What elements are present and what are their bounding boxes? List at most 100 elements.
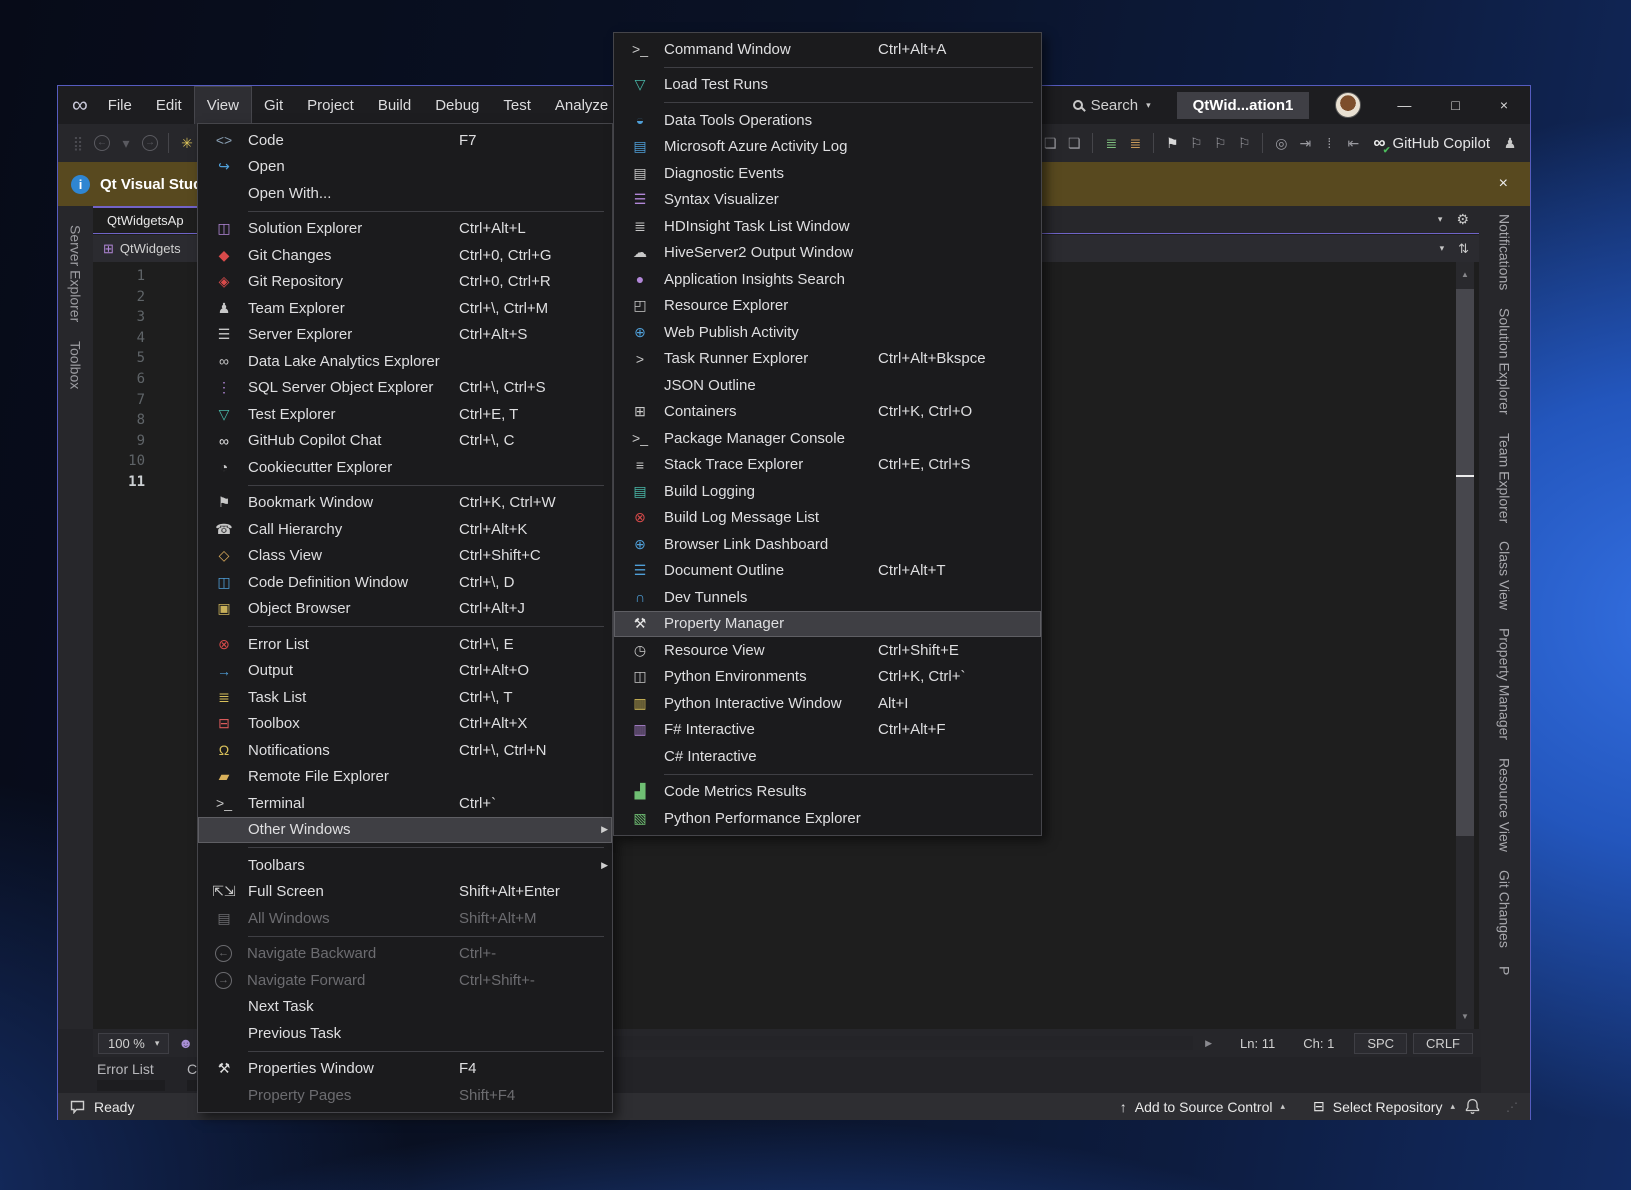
menubar-item-project[interactable]: Project (295, 86, 366, 124)
nav-chevron-icon[interactable]: ▾ (1440, 243, 1445, 254)
whitespace-indicator[interactable]: SPC (1354, 1033, 1407, 1054)
other-windows-item-f-interactive[interactable]: ▥F# InteractiveCtrl+Alt+F (614, 717, 1041, 744)
add-account-icon[interactable]: ♟ (1498, 135, 1522, 152)
toolbar-right-icon-11[interactable]: ◎ (1269, 135, 1293, 152)
view-menu-item-previous-task[interactable]: Previous Task (198, 1020, 612, 1047)
toolbar-left-icon-5[interactable]: ✳ (175, 135, 199, 152)
view-menu-item-code-definition-window[interactable]: ◫Code Definition WindowCtrl+\, D (198, 569, 612, 596)
other-windows-item-hdinsight-task-list-window[interactable]: ≣HDInsight Task List Window (614, 213, 1041, 240)
menubar-item-build[interactable]: Build (366, 86, 423, 124)
resize-grip[interactable]: ⋰ (1506, 1100, 1518, 1114)
toolbar-right-icon-9[interactable]: ⚐ (1232, 135, 1256, 152)
menubar-item-view[interactable]: View (194, 86, 252, 124)
other-windows-item-syntax-visualizer[interactable]: ☰Syntax Visualizer (614, 187, 1041, 214)
toolbar-right-icon-6[interactable]: ⚑ (1160, 135, 1184, 152)
other-windows-item-containers[interactable]: ⊞ContainersCtrl+K, Ctrl+O (614, 399, 1041, 426)
other-windows-item-browser-link-dashboard[interactable]: ⊕Browser Link Dashboard (614, 531, 1041, 558)
view-menu-item-terminal[interactable]: >_TerminalCtrl+` (198, 790, 612, 817)
vertical-scrollbar[interactable]: ▲ ▼ (1456, 262, 1474, 1029)
menubar-item-file[interactable]: File (96, 86, 144, 124)
other-windows-item-task-runner-explorer[interactable]: >Task Runner ExplorerCtrl+Alt+Bkspce (614, 346, 1041, 373)
other-windows-item-build-logging[interactable]: ▤Build Logging (614, 478, 1041, 505)
other-windows-item-microsoft-azure-activity-log[interactable]: ▤Microsoft Azure Activity Log (614, 134, 1041, 161)
view-menu-item-cookiecutter-explorer[interactable]: ◔Cookiecutter Explorer (198, 454, 612, 481)
tab-list-chevron-icon[interactable]: ▾ (1438, 214, 1443, 225)
menubar-item-git[interactable]: Git (252, 86, 295, 124)
view-menu-item-github-copilot-chat[interactable]: ∞GitHub Copilot ChatCtrl+\, C (198, 428, 612, 455)
panel-tab-error-list[interactable]: Error List (97, 1057, 165, 1093)
column-indicator[interactable]: Ch: 1 (1289, 1036, 1348, 1051)
right-strip-tab-class-view[interactable]: Class View (1497, 541, 1513, 610)
left-strip-tab-toolbox[interactable]: Toolbox (68, 336, 84, 389)
minimize-button[interactable]: — (1397, 97, 1411, 113)
view-menu-item-git-changes[interactable]: ◆Git ChangesCtrl+0, Ctrl+G (198, 242, 612, 269)
right-strip-tab-property-manager[interactable]: Property Manager (1497, 628, 1513, 740)
other-windows-item-resource-view[interactable]: ◷Resource ViewCtrl+Shift+E (614, 637, 1041, 664)
other-windows-item-python-environments[interactable]: ◫Python EnvironmentsCtrl+K, Ctrl+` (614, 664, 1041, 691)
toolbar-right-icon-14[interactable]: ⇤ (1341, 135, 1365, 152)
view-menu-item-full-screen[interactable]: ⇱⇲Full ScreenShift+Alt+Enter (198, 879, 612, 906)
right-strip-tab-p[interactable]: P (1497, 966, 1513, 975)
view-menu-item-open-with[interactable]: Open With... (198, 180, 612, 207)
view-menu-item-remote-file-explorer[interactable]: ▰Remote File Explorer (198, 764, 612, 791)
toolbar-right-icon-4[interactable]: ≣ (1123, 135, 1147, 152)
view-menu-item-solution-explorer[interactable]: ◫Solution ExplorerCtrl+Alt+L (198, 216, 612, 243)
view-menu-item-code[interactable]: <>CodeF7 (198, 127, 612, 154)
view-menu-item-notifications[interactable]: ΩNotificationsCtrl+\, Ctrl+N (198, 737, 612, 764)
split-editor-icon[interactable]: ⇅ (1458, 241, 1469, 257)
view-menu-item-test-explorer[interactable]: ▽Test ExplorerCtrl+E, T (198, 401, 612, 428)
menubar-item-analyze[interactable]: Analyze (543, 86, 620, 124)
infobar-close-icon[interactable]: × (1499, 175, 1508, 193)
maximize-button[interactable]: □ (1451, 97, 1459, 113)
view-menu-item-git-repository[interactable]: ◈Git RepositoryCtrl+0, Ctrl+R (198, 269, 612, 296)
scroll-up-icon[interactable]: ▲ (1456, 270, 1474, 279)
other-windows-item-resource-explorer[interactable]: ◰Resource Explorer (614, 293, 1041, 320)
menubar-item-edit[interactable]: Edit (144, 86, 194, 124)
right-strip-tab-git-changes[interactable]: Git Changes (1497, 870, 1513, 948)
other-windows-item-json-outline[interactable]: JSON Outline (614, 372, 1041, 399)
scrollbar-thumb[interactable] (1456, 289, 1474, 836)
other-windows-item-package-manager-console[interactable]: >_Package Manager Console (614, 425, 1041, 452)
avatar[interactable] (1335, 92, 1361, 118)
github-copilot-button[interactable]: ∞✔ GitHub Copilot (1373, 133, 1490, 153)
other-windows-item-c-interactive[interactable]: C# Interactive (614, 743, 1041, 770)
add-to-source-control-button[interactable]: ↑ Add to Source Control ▴ (1120, 1099, 1285, 1115)
other-windows-item-command-window[interactable]: >_Command WindowCtrl+Alt+A (614, 36, 1041, 63)
other-windows-item-diagnostic-events[interactable]: ▤Diagnostic Events (614, 160, 1041, 187)
tab-settings-gear-icon[interactable]: ⚙ (1456, 211, 1469, 228)
notifications-bell-icon[interactable] (1465, 1098, 1480, 1115)
right-strip-tab-team-explorer[interactable]: Team Explorer (1497, 433, 1513, 523)
toolbar-right-icon-8[interactable]: ⚐ (1208, 135, 1232, 152)
view-menu-item-data-lake-analytics-explorer[interactable]: ∞Data Lake Analytics Explorer (198, 348, 612, 375)
view-menu-item-toolbars[interactable]: Toolbars▶ (198, 852, 612, 879)
zoom-control[interactable]: 100 % ▾ (98, 1033, 169, 1054)
view-menu-item-team-explorer[interactable]: ♟Team ExplorerCtrl+\, Ctrl+M (198, 295, 612, 322)
other-windows-item-application-insights-search[interactable]: ●Application Insights Search (614, 266, 1041, 293)
toolbar-left-icon-0[interactable]: ⣿ (66, 135, 90, 152)
line-ending-indicator[interactable]: CRLF (1413, 1033, 1473, 1054)
line-indicator[interactable]: Ln: 11 (1226, 1036, 1289, 1051)
toolbar-right-icon-7[interactable]: ⚐ (1184, 135, 1208, 152)
other-windows-item-hiveserver2-output-window[interactable]: ☁HiveServer2 Output Window (614, 240, 1041, 267)
other-windows-item-code-metrics-results[interactable]: ▟Code Metrics Results (614, 779, 1041, 806)
launch-target-badge[interactable]: QtWid...ation1 (1177, 92, 1310, 119)
feedback-icon[interactable]: ☻ (178, 1035, 193, 1051)
toolbar-right-icon-3[interactable]: ≣ (1099, 135, 1123, 152)
view-menu-item-output[interactable]: →OutputCtrl+Alt+O (198, 658, 612, 685)
right-strip-tab-notifications[interactable]: Notifications (1497, 214, 1513, 290)
other-windows-item-web-publish-activity[interactable]: ⊕Web Publish Activity (614, 319, 1041, 346)
scroll-right-icon[interactable]: ▶ (1205, 1038, 1212, 1049)
view-menu-item-next-task[interactable]: Next Task (198, 994, 612, 1021)
other-windows-item-stack-trace-explorer[interactable]: ≡Stack Trace ExplorerCtrl+E, Ctrl+S (614, 452, 1041, 479)
scroll-down-icon[interactable]: ▼ (1456, 1012, 1474, 1021)
right-strip-tab-solution-explorer[interactable]: Solution Explorer (1497, 308, 1513, 415)
other-windows-item-python-performance-explorer[interactable]: ▧Python Performance Explorer (614, 805, 1041, 832)
view-menu-item-other-windows[interactable]: Other Windows▶ (198, 817, 612, 844)
toolbar-left-icon-1[interactable]: ← (94, 135, 110, 151)
toolbar-left-icon-2[interactable]: ▾ (114, 135, 138, 152)
other-windows-item-data-tools-operations[interactable]: ◒Data Tools Operations (614, 107, 1041, 134)
view-menu-item-toolbox[interactable]: ⊟ToolboxCtrl+Alt+X (198, 711, 612, 738)
close-button[interactable]: × (1500, 97, 1508, 113)
select-repository-button[interactable]: ⊟ Select Repository ▴ (1313, 1098, 1455, 1115)
right-strip-tab-resource-view[interactable]: Resource View (1497, 758, 1513, 852)
